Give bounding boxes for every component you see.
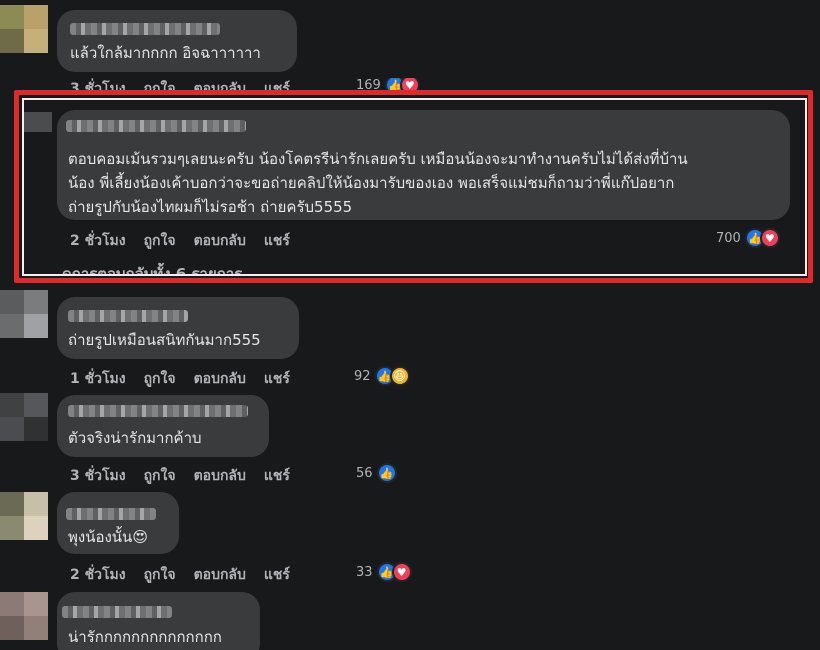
avatar[interactable] (0, 290, 48, 338)
heart-icon: ♥ (391, 562, 412, 582)
avatar[interactable] (0, 592, 48, 640)
share-link[interactable]: แชร์ (264, 368, 290, 390)
share-link[interactable]: แชร์ (264, 564, 290, 586)
share-link[interactable]: แชร์ (264, 465, 290, 487)
reaction-summary[interactable]: 92 👍 😆 (354, 366, 410, 386)
like-link[interactable]: ถูกใจ (144, 368, 176, 390)
highlight-frame (14, 90, 813, 283)
comment-text: แล้วใกล้มากกกก อิจฉาาาาาา (70, 44, 261, 62)
heart-eyes-emoji-icon: 😍 (132, 528, 148, 546)
thumbs-up-icon: 👍 (376, 463, 397, 483)
reaction-summary[interactable]: 56 👍 (356, 463, 397, 483)
reaction-count: 33 (356, 564, 373, 580)
reaction-count: 56 (356, 465, 373, 481)
avatar[interactable] (0, 492, 48, 540)
comment-time[interactable]: 1 ชั่วโมง (70, 368, 126, 390)
comment-text: พุงน้องนั้น😍 (68, 524, 148, 550)
reply-link[interactable]: ตอบกลับ (194, 465, 246, 487)
commenter-name[interactable] (68, 310, 188, 322)
reaction-count: 92 (354, 368, 371, 384)
comment-actions: 1 ชั่วโมง ถูกใจ ตอบกลับ แชร์ (70, 368, 290, 390)
comment-text: น่ารักกกกกกกกกกกกกก (68, 628, 222, 646)
laugh-icon: 😆 (389, 366, 410, 386)
avatar[interactable] (0, 393, 48, 441)
commenter-name[interactable] (68, 405, 248, 417)
avatar[interactable] (0, 5, 48, 53)
commenter-name[interactable] (70, 23, 220, 35)
comment-text: ถ่ายรูปเหมือนสนิทกันมาก555 (68, 331, 261, 349)
comment-text-label: พุงน้องนั้น (68, 528, 133, 546)
like-link[interactable]: ถูกใจ (144, 465, 176, 487)
reaction-summary[interactable]: 33 👍 ♥ (356, 562, 412, 582)
reply-link[interactable]: ตอบกลับ (194, 564, 246, 586)
comment-time[interactable]: 2 ชั่วโมง (70, 564, 126, 586)
commenter-name[interactable] (62, 606, 172, 618)
commenter-name[interactable] (66, 508, 156, 520)
comment-actions: 3 ชั่วโมง ถูกใจ ตอบกลับ แชร์ (70, 465, 290, 487)
comment-text: ตัวจริงน่ารักมากค้าบ (68, 429, 202, 447)
comment-time[interactable]: 3 ชั่วโมง (70, 465, 126, 487)
comment-actions: 2 ชั่วโมง ถูกใจ ตอบกลับ แชร์ (70, 564, 290, 586)
reply-link[interactable]: ตอบกลับ (194, 368, 246, 390)
like-link[interactable]: ถูกใจ (144, 564, 176, 586)
